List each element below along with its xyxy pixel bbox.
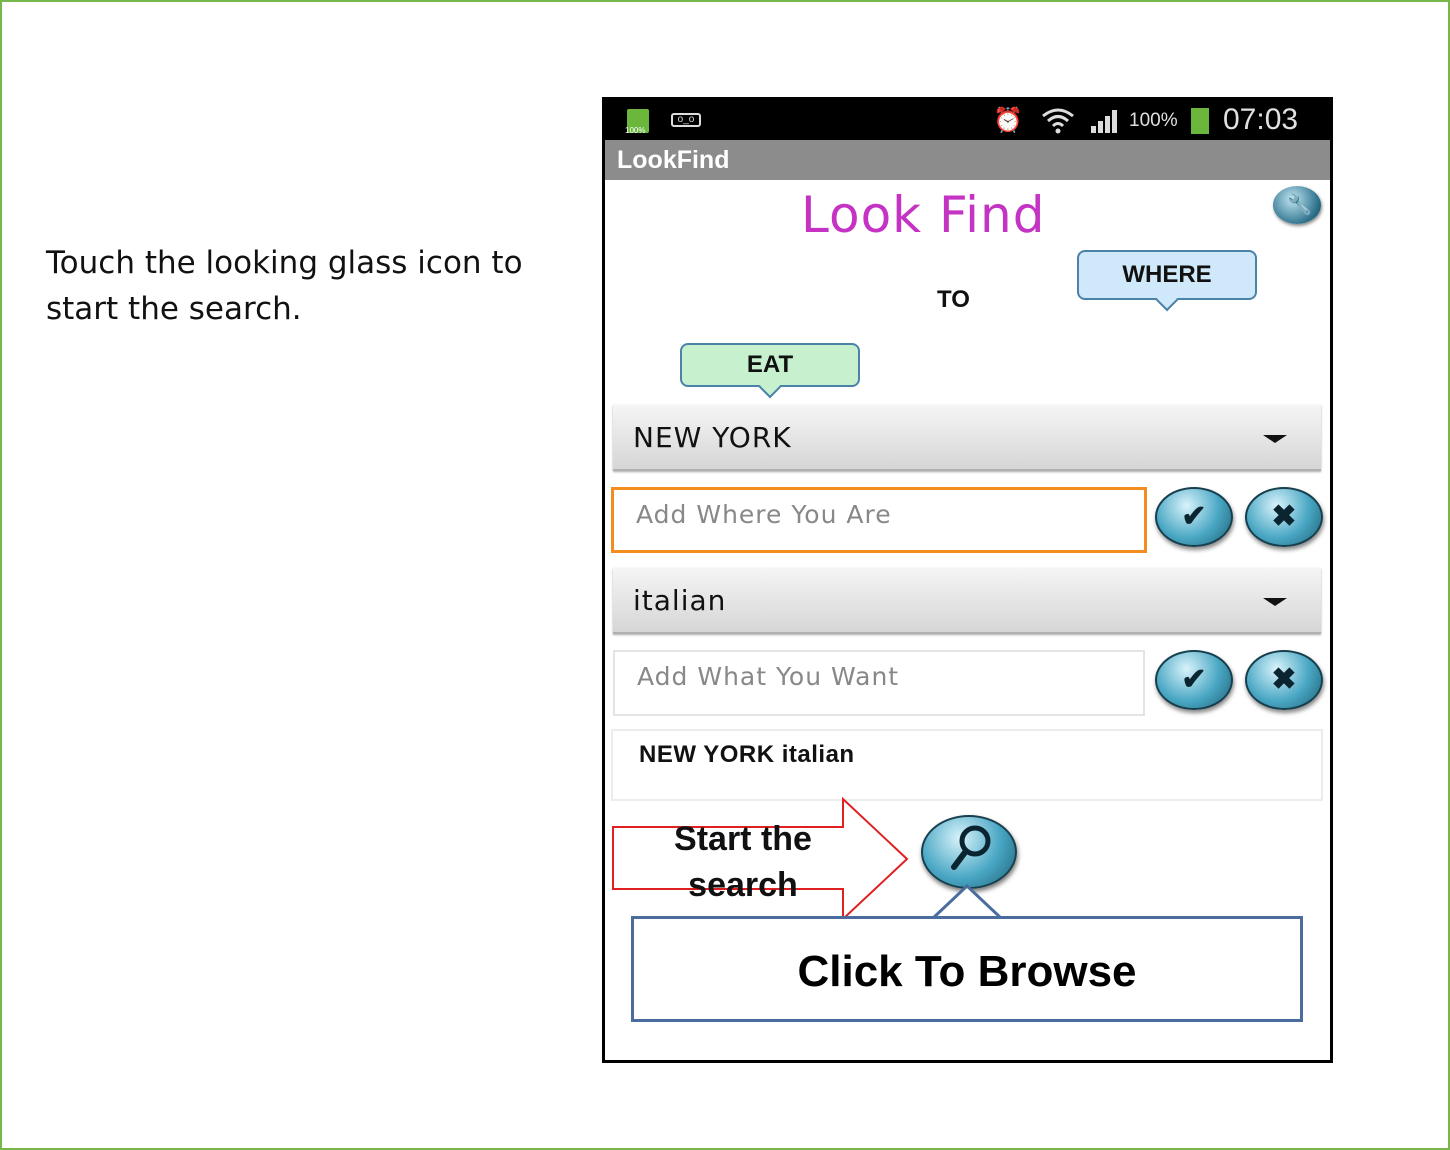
confirm-what-button[interactable]: ✔ [1155, 650, 1233, 710]
browse-callout-tail [931, 884, 1003, 920]
what-input[interactable]: Add What You Want [613, 650, 1145, 716]
wifi-icon [1041, 106, 1075, 141]
instruction-line-2: start the search. [46, 291, 302, 327]
cancel-what-button[interactable]: ✖ [1245, 650, 1323, 710]
to-label: TO [937, 286, 970, 313]
battery-icon [1191, 108, 1209, 134]
search-summary-text: NEW YORK italian [639, 741, 855, 768]
where-input[interactable]: Add Where You Are [611, 487, 1147, 553]
cuisine-dropdown-value: italian [633, 584, 727, 617]
signal-icon [1089, 106, 1123, 141]
instruction-line-1: Touch the looking glass icon to [46, 245, 523, 281]
confirm-where-button[interactable]: ✔ [1155, 487, 1233, 547]
battery-percent: 100% [1129, 110, 1178, 131]
where-input-placeholder: Add Where You Are [636, 500, 892, 529]
eat-bubble: EAT [680, 343, 860, 387]
app-logo: Look Find [801, 186, 1046, 244]
status-bar: 100% o_o ⏰ 100% 07:03 [605, 100, 1330, 140]
arrow-callout-text: Start the search [663, 816, 823, 908]
city-dropdown-value: NEW YORK [633, 421, 792, 454]
magnifier-icon [949, 823, 993, 883]
instruction-text: Touch the looking glass icon to start th… [46, 240, 566, 332]
info-icon: 🔧 [1287, 194, 1312, 216]
browse-callout: Click To Browse [631, 916, 1303, 1022]
arrow-callout-line-2: search [688, 866, 798, 904]
chevron-down-icon [1263, 598, 1287, 606]
battery-notification-icon: 100% [625, 109, 649, 135]
clock: 07:03 [1223, 103, 1299, 136]
what-input-placeholder: Add What You Want [637, 662, 900, 691]
phone-screen: 100% o_o ⏰ 100% 07:03 LookFind Look Find… [602, 97, 1333, 1063]
search-summary: NEW YORK italian [611, 729, 1323, 801]
battery-notification-label: 100% [625, 126, 646, 135]
where-bubble: WHERE [1077, 250, 1257, 300]
chevron-down-icon [1263, 435, 1287, 443]
cuisine-dropdown[interactable]: italian [613, 568, 1321, 634]
cancel-where-button[interactable]: ✖ [1245, 487, 1323, 547]
info-button[interactable]: 🔧 [1273, 186, 1321, 224]
search-button[interactable] [921, 815, 1017, 889]
app-title: LookFind [617, 146, 730, 174]
alarm-icon: ⏰ [993, 107, 1023, 134]
voicemail-icon: o_o [671, 113, 701, 127]
arrow-callout-line-1: Start the [674, 820, 812, 858]
city-dropdown[interactable]: NEW YORK [613, 405, 1321, 471]
app-title-bar: LookFind [605, 140, 1330, 180]
browse-callout-text: Click To Browse [797, 947, 1137, 996]
